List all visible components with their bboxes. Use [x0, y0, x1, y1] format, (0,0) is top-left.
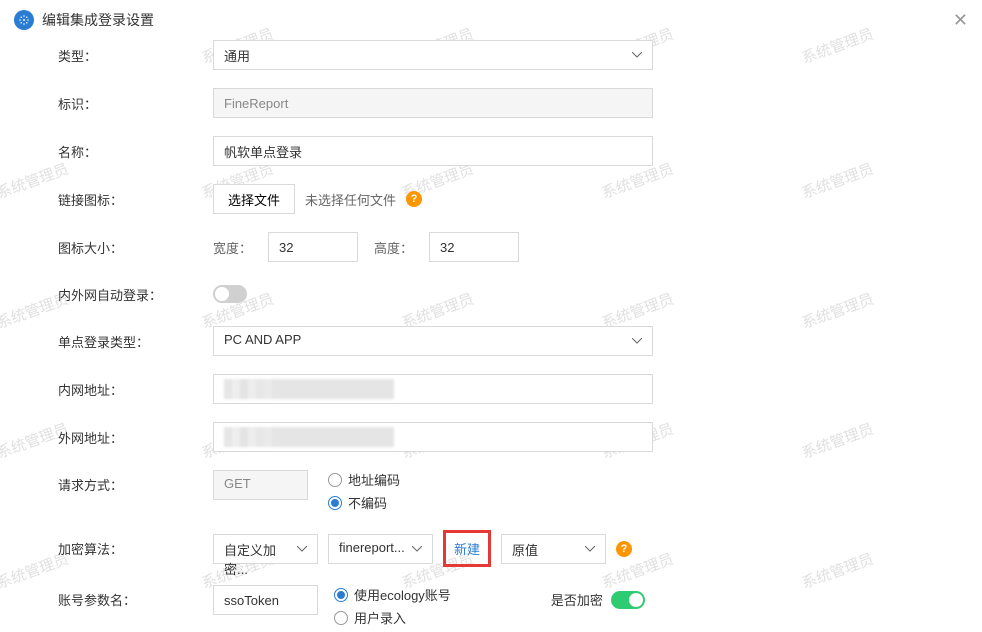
account-param-label: 账号参数名： [58, 585, 213, 609]
extranet-input[interactable] [213, 422, 653, 452]
choose-file-button[interactable]: 选择文件 [213, 184, 295, 214]
no-encode-label: 不编码 [348, 493, 387, 512]
extranet-label: 外网地址： [58, 428, 213, 447]
encode-url-radio[interactable] [328, 473, 342, 487]
user-input-label: 用户录入 [354, 608, 406, 627]
encode-url-label: 地址编码 [348, 470, 400, 489]
close-icon[interactable]: ✕ [953, 10, 968, 31]
intranet-input[interactable] [213, 374, 653, 404]
type-label: 类型： [58, 46, 213, 65]
dialog-title: 编辑集成登录设置 [42, 10, 154, 30]
sso-type-select[interactable]: PC AND APP [213, 326, 653, 356]
identifier-input [213, 88, 653, 118]
icon-size-label: 图标大小： [58, 238, 213, 257]
identifier-label: 标识： [58, 94, 213, 113]
use-ecology-radio[interactable] [334, 588, 348, 602]
account-param-input[interactable] [213, 585, 318, 615]
encrypt-toggle-label: 是否加密 [551, 590, 603, 609]
encrypt-algo-label: 加密算法： [58, 539, 213, 558]
intranet-label: 内网地址： [58, 380, 213, 399]
no-encode-radio[interactable] [328, 496, 342, 510]
highlight-box: 新建 [443, 530, 491, 567]
new-link[interactable]: 新建 [446, 533, 488, 564]
encrypt-type-select[interactable]: 自定义加密... [213, 534, 318, 564]
name-label: 名称： [58, 142, 213, 161]
request-method-select[interactable]: GET [213, 470, 308, 500]
icon-width-input[interactable] [268, 232, 358, 262]
help-icon[interactable]: ? [406, 191, 422, 207]
user-input-radio[interactable] [334, 611, 348, 625]
icon-height-input[interactable] [429, 232, 519, 262]
name-input[interactable] [213, 136, 653, 166]
encrypt-toggle[interactable] [611, 591, 645, 609]
redacted-content [224, 427, 394, 447]
encrypt-value-select[interactable]: 原值 [501, 534, 606, 564]
use-ecology-label: 使用ecology账号 [354, 585, 451, 604]
height-sublabel: 高度： [374, 238, 413, 257]
sso-type-label: 单点登录类型： [58, 332, 213, 351]
help-icon[interactable]: ? [616, 541, 632, 557]
redacted-content [224, 379, 394, 399]
file-hint-text: 未选择任何文件 [305, 190, 396, 209]
encrypt-key-select[interactable]: finereport... [328, 534, 433, 564]
link-icon-label: 链接图标： [58, 190, 213, 209]
app-icon [14, 10, 34, 30]
auto-login-toggle[interactable] [213, 285, 247, 303]
width-sublabel: 宽度： [213, 238, 252, 257]
dialog-header: 编辑集成登录设置 [0, 0, 982, 40]
request-method-label: 请求方式： [58, 470, 213, 494]
type-select[interactable]: 通用 [213, 40, 653, 70]
auto-login-label: 内外网自动登录： [58, 285, 213, 304]
